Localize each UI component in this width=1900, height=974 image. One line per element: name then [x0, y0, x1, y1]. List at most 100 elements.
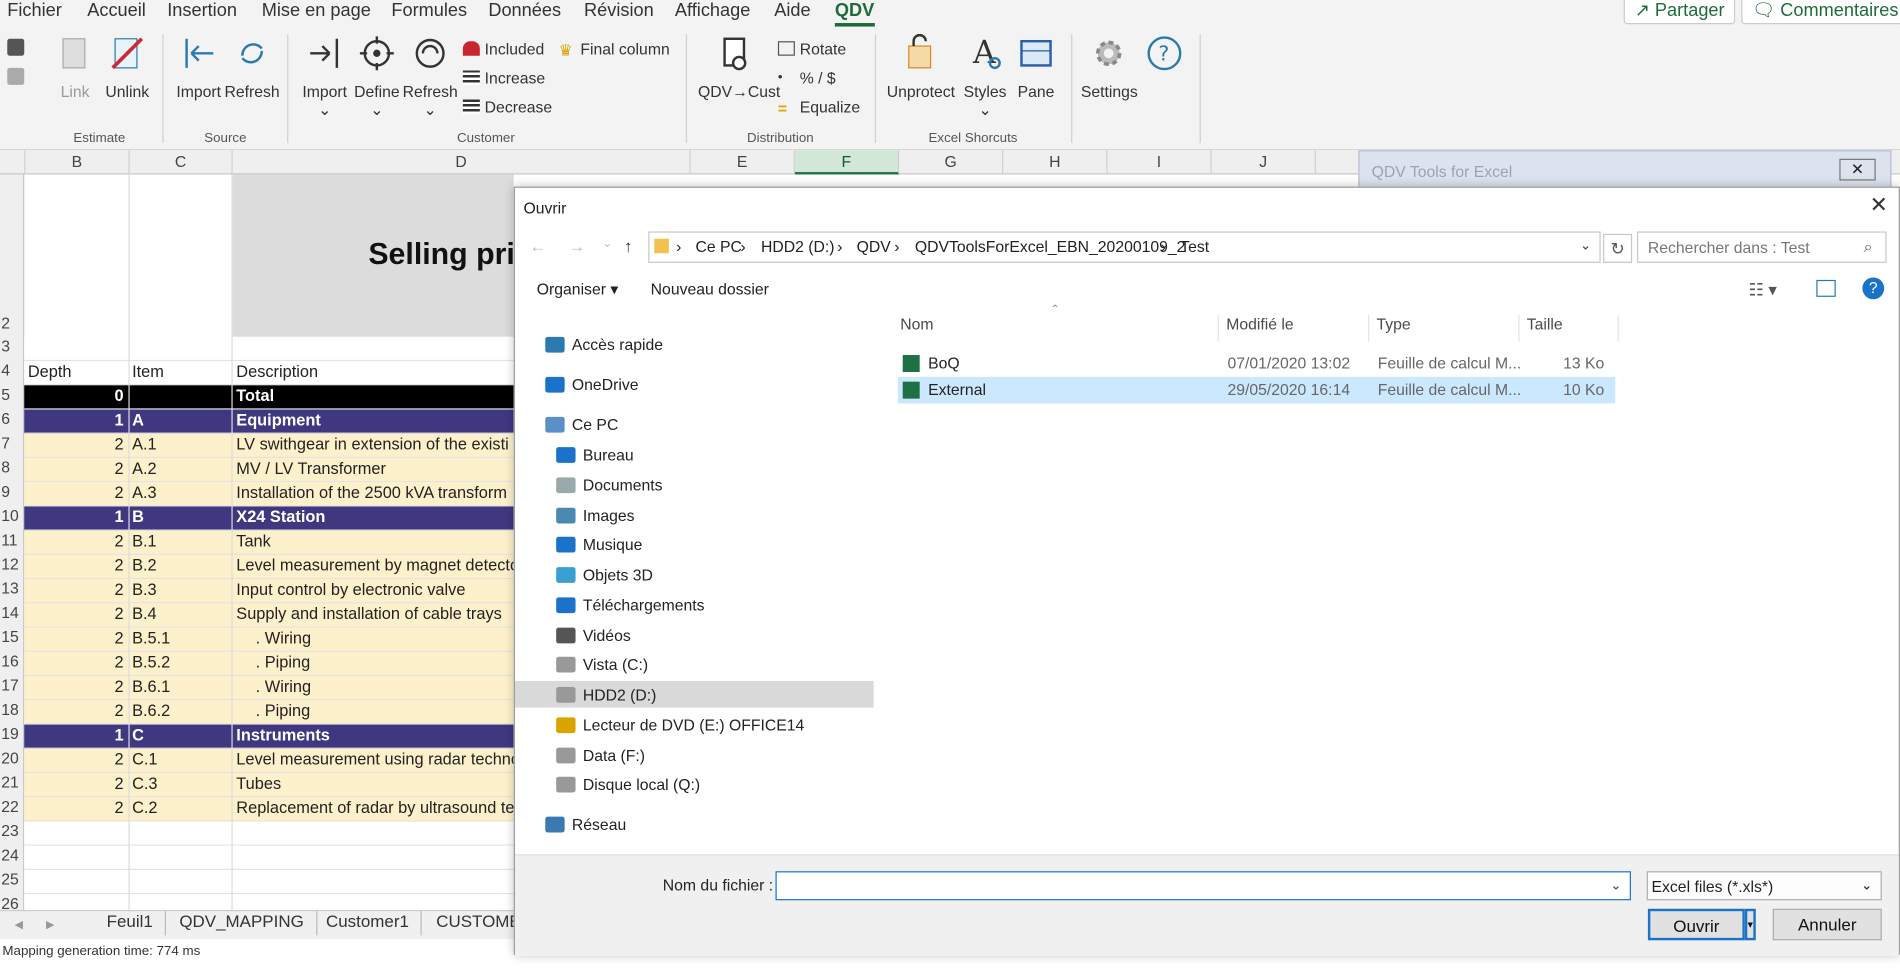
column-modified[interactable]: Modifié le	[1219, 315, 1370, 342]
row-number[interactable]: 9	[0, 482, 24, 500]
description-cell[interactable]: Supply and installation of cable trays	[236, 605, 502, 623]
row-number[interactable]: 21	[0, 773, 24, 791]
description-cell[interactable]: Description	[236, 362, 318, 380]
depth-cell[interactable]: 2	[114, 580, 123, 598]
description-cell[interactable]: Tubes	[236, 774, 281, 792]
menu-aide[interactable]: Aide	[774, 0, 810, 21]
table-row[interactable]: 2 B.6.2 . Piping	[24, 700, 514, 725]
row-number[interactable]: 25	[0, 870, 24, 888]
customer-define-button[interactable]: Define ⌄	[349, 27, 405, 120]
header-row[interactable]: Depth Item Description	[24, 361, 514, 386]
history-dropdown-icon[interactable]: ⌄	[602, 237, 612, 250]
breadcrumb-ce-pc[interactable]: Ce PC	[696, 237, 742, 255]
depth-cell[interactable]: 2	[114, 799, 123, 817]
breadcrumb-qdv[interactable]: QDV	[857, 237, 891, 255]
item-cell[interactable]: A.2	[132, 459, 157, 477]
customer-import-button[interactable]: Import ⌄	[297, 27, 353, 120]
row-number[interactable]: 3	[0, 337, 24, 355]
depth-cell[interactable]: 1	[114, 508, 123, 526]
item-cell[interactable]: B.6.2	[132, 702, 170, 720]
back-arrow-icon[interactable]: ←	[530, 236, 547, 255]
nav-item[interactable]: Documents	[556, 471, 662, 498]
table-row[interactable]: 1 A Equipment	[24, 409, 514, 434]
depth-cell[interactable]: 2	[114, 750, 123, 768]
dialog-close-icon[interactable]: ✕	[1870, 193, 1888, 218]
depth-cell[interactable]: 2	[114, 435, 123, 453]
menu-revision[interactable]: Révision	[584, 0, 654, 21]
depth-cell[interactable]: 2	[114, 459, 123, 477]
description-cell[interactable]: Installation of the 2500 kVA transform	[236, 483, 507, 501]
depth-cell[interactable]: 2	[114, 653, 123, 671]
share-button[interactable]: ↗ Partager	[1623, 0, 1736, 25]
unprotect-button[interactable]: Unprotect	[886, 27, 956, 101]
pane-button[interactable]: Pane	[1008, 27, 1064, 101]
item-cell[interactable]: C	[132, 726, 144, 744]
column-header-j[interactable]: J	[1212, 150, 1316, 175]
table-row[interactable]: 2 B.5.1 . Wiring	[24, 627, 514, 652]
description-cell[interactable]: Level measurement using radar techno	[236, 750, 513, 768]
nav-item[interactable]: Réseau	[545, 811, 626, 838]
table-row[interactable]: 0 Total	[24, 385, 514, 410]
menu-donnees[interactable]: Données	[488, 0, 561, 21]
table-row[interactable]: 1 B X24 Station	[24, 506, 514, 531]
menu-affichage[interactable]: Affichage	[675, 0, 750, 21]
menu-mise-en-page[interactable]: Mise en page	[262, 0, 371, 21]
item-cell[interactable]: B.6.1	[132, 677, 170, 695]
table-row[interactable]	[24, 821, 514, 846]
tab-scroll-left-icon[interactable]: ◂	[15, 914, 24, 935]
address-dropdown-icon[interactable]: ⌄	[1580, 237, 1591, 254]
item-cell[interactable]: B.5.1	[132, 629, 170, 647]
column-name[interactable]: Nom	[893, 315, 1219, 342]
column-header-b[interactable]: B	[25, 150, 130, 175]
source-import-button[interactable]: Import	[171, 27, 227, 101]
item-cell[interactable]: C.3	[132, 774, 157, 792]
organize-button[interactable]: Organiser ▾	[537, 280, 618, 299]
file-row[interactable]: External 29/05/2020 16:14 Feuille de calcu…	[897, 376, 1616, 404]
table-row[interactable]: 2 A.2 MV / LV Transformer	[24, 458, 514, 483]
row-number[interactable]: 12	[0, 555, 24, 573]
sheet-tab-customer1[interactable]: Customer1	[314, 911, 423, 936]
description-cell[interactable]: MV / LV Transformer	[236, 459, 386, 477]
menu-qdv[interactable]: QDV	[834, 0, 875, 27]
menu-accueil[interactable]: Accueil	[87, 0, 146, 21]
row-number[interactable]: 10	[0, 506, 24, 524]
file-row[interactable]: BoQ 07/01/2020 13:02 Feuille de calcul M..…	[898, 350, 1615, 377]
row-number[interactable]: 24	[0, 846, 24, 864]
depth-cell[interactable]: 2	[114, 702, 123, 720]
description-cell[interactable]: Total	[236, 387, 274, 405]
table-row[interactable]: 2 C.3 Tubes	[24, 773, 514, 798]
search-input[interactable]: Rechercher dans : Test ⌕	[1637, 231, 1887, 263]
styles-button[interactable]: A Styles ⌄	[957, 27, 1013, 120]
row-number[interactable]: 5	[0, 385, 24, 403]
tab-scroll-right-icon[interactable]: ▸	[46, 914, 55, 935]
nav-item[interactable]: Musique	[556, 531, 642, 558]
depth-cell[interactable]: 2	[114, 677, 123, 695]
row-number[interactable]: 17	[0, 676, 24, 694]
row-number[interactable]: 23	[0, 822, 24, 840]
preview-pane-icon[interactable]	[1816, 279, 1836, 297]
breadcrumb-qdvtools[interactable]: QDVToolsForExcel_EBN_20200109_2	[915, 237, 1186, 255]
menu-formules[interactable]: Formules	[391, 0, 467, 21]
new-folder-button[interactable]: Nouveau dossier	[651, 280, 769, 298]
item-cell[interactable]: B.4	[132, 605, 157, 623]
sheet-tab-feuil1[interactable]: Feuil1	[95, 911, 167, 936]
table-row[interactable]: 1 C Instruments	[24, 724, 514, 749]
open-button[interactable]: Ouvrir	[1647, 908, 1745, 941]
nav-item[interactable]: Vidéos	[556, 622, 631, 649]
item-cell[interactable]: C.2	[132, 799, 157, 817]
table-row[interactable]	[24, 336, 514, 362]
description-cell[interactable]: . Piping	[256, 653, 311, 671]
column-type[interactable]: Type	[1369, 315, 1520, 342]
row-number[interactable]: 18	[0, 700, 24, 718]
item-cell[interactable]: B.2	[132, 556, 157, 574]
table-row[interactable]: 2 B.4 Supply and installation of cable tra…	[24, 603, 514, 628]
source-refresh-button[interactable]: Refresh	[224, 27, 280, 101]
table-row[interactable]: 2 C.1 Level measurement using radar techno	[24, 748, 514, 774]
pct-button[interactable]: • % / $	[778, 65, 836, 89]
row-number[interactable]: 13	[0, 579, 24, 597]
filename-input[interactable]	[775, 871, 1631, 901]
nav-item[interactable]: Disque local (Q:)	[556, 771, 700, 798]
help-icon[interactable]: ?	[1862, 277, 1885, 300]
row-number[interactable]: 4	[0, 361, 24, 379]
depth-cell[interactable]: 2	[114, 483, 123, 501]
